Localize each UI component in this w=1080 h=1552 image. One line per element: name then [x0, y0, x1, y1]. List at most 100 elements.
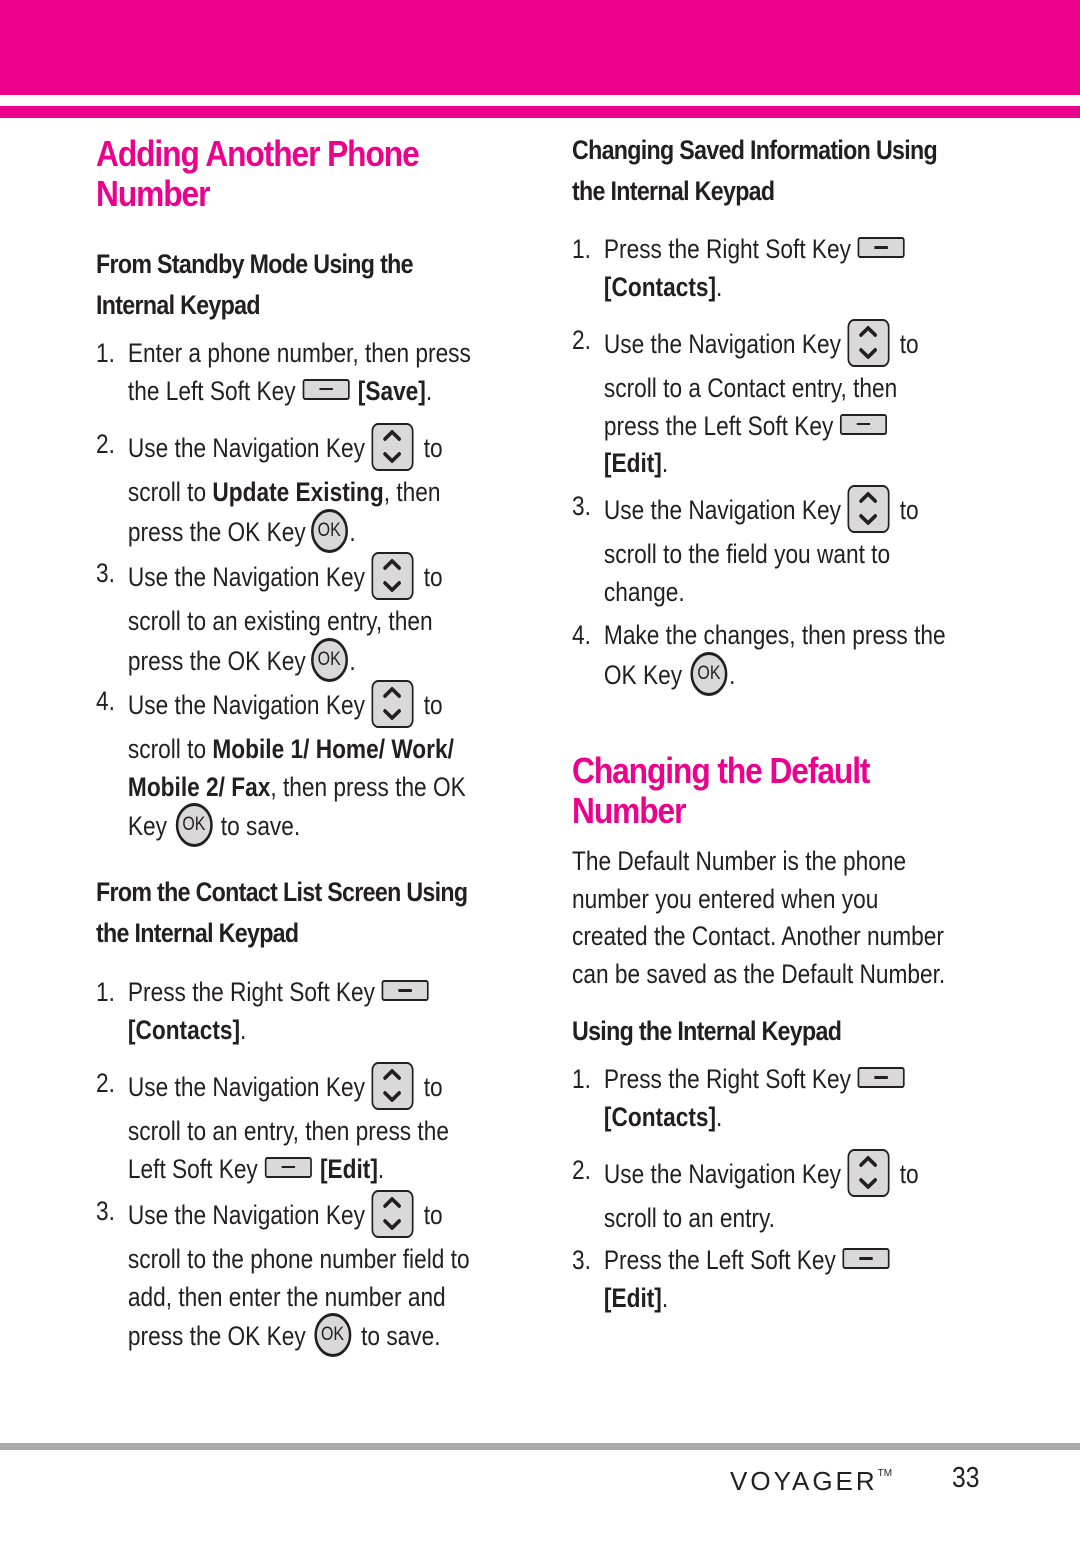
step-text: to	[899, 1159, 919, 1190]
step-number: 4.	[96, 686, 115, 716]
footer-brand: VOYAGERTM	[730, 1466, 892, 1497]
punctuation: .	[716, 1101, 723, 1132]
punctuation: .	[729, 659, 736, 690]
soft-key-icon	[842, 1248, 890, 1270]
step-text: to save.	[220, 811, 301, 842]
step-text: Use the Navigation Key	[603, 1159, 841, 1190]
step-text: Use the Navigation Key	[127, 1200, 365, 1231]
list-item: 3. Press the Left Soft Key [Edit].	[572, 1242, 898, 1317]
step-number: 2.	[96, 429, 115, 459]
soft-key-icon	[302, 378, 350, 400]
softkey-label-edit: [Edit]	[319, 1153, 378, 1184]
list-item: 3. Use the Navigation Key to scroll to th…	[572, 485, 919, 611]
step-text: scroll to an entry, then press the	[127, 1116, 449, 1146]
navigation-key-icon	[847, 1149, 890, 1197]
page-number: 33	[952, 1462, 980, 1494]
footer-rule	[0, 1443, 1080, 1450]
heading-line: Changing Saved Information Using	[572, 135, 938, 165]
list-item: 1. Enter a phone number, then press the …	[96, 335, 471, 410]
step-text: scroll to a Contact entry, then	[603, 373, 898, 403]
punctuation: .	[661, 448, 669, 478]
soft-key-icon	[381, 980, 429, 1002]
step-text: to	[899, 495, 919, 526]
step-text: Use the Navigation Key	[127, 562, 365, 593]
step-text: the Left Soft Key	[127, 375, 296, 406]
list-item: 2. Use the Navigation Key to scroll to Up…	[96, 423, 443, 556]
step-number: 2.	[572, 1155, 591, 1185]
step-text: change.	[603, 576, 685, 607]
step-text: scroll to the field you want to	[603, 539, 891, 569]
step-number: 3.	[96, 1196, 115, 1226]
paragraph-line: created the Contact. Another number	[572, 921, 944, 951]
section-title-adding-phone-number: Adding Another Phone Number	[96, 133, 420, 214]
step-text: press the Left Soft Key	[603, 410, 834, 441]
list-item: 1. Press the Right Soft Key [Contacts].	[572, 231, 913, 306]
step-text: Press the Right Soft Key	[603, 234, 851, 264]
heading-line: From the Contact List Screen Using	[96, 877, 468, 907]
step-text: scroll to an entry.	[603, 1203, 775, 1233]
step-text: to	[423, 1200, 443, 1231]
ok-key-icon: OK	[310, 508, 348, 553]
brand-name: VOYAGER	[730, 1466, 878, 1496]
title-line: Changing the Default	[572, 750, 870, 791]
soft-key-icon	[857, 1067, 905, 1089]
step-text: , then press the OK	[270, 771, 466, 802]
step-text: to save.	[361, 1321, 441, 1352]
step-text: Use the Navigation Key	[603, 495, 841, 526]
step-text: add, then enter the number and	[127, 1281, 446, 1312]
subheading-standby-mode: From Standby Mode Using the Internal Key…	[96, 244, 414, 326]
navigation-key-icon	[847, 485, 890, 533]
soft-key-icon	[840, 413, 888, 435]
step-text: to	[423, 562, 443, 593]
section-title-changing-default-number: Changing the Default Number	[572, 750, 870, 831]
navigation-key-icon	[371, 1062, 414, 1110]
step-text: press the OK Key	[127, 1321, 306, 1352]
trademark-symbol: TM	[877, 1468, 893, 1479]
step-text: Use the Navigation Key	[127, 433, 365, 464]
default-number-description: The Default Number is the phone number y…	[572, 843, 945, 993]
paragraph-line: can be saved as the Default Number.	[572, 958, 946, 989]
heading-line: the Internal Keypad	[572, 176, 775, 206]
punctuation: .	[425, 375, 433, 406]
step-number: 2.	[572, 325, 591, 355]
paragraph-line: number you entered when you	[572, 883, 879, 914]
softkey-label-save: [Save]	[357, 375, 426, 406]
menu-option-update-existing: Update Existing	[212, 477, 384, 507]
step-text: to	[899, 329, 919, 360]
title-line: Adding Another Phone	[96, 133, 420, 174]
step-text: press the OK Key	[127, 645, 306, 676]
list-item: 3. Use the Navigation Key to scroll to an…	[96, 552, 443, 685]
step-text: , then	[383, 477, 441, 507]
softkey-label-contacts: [Contacts]	[603, 1101, 717, 1132]
step-text: Use the Navigation Key	[603, 329, 841, 360]
navigation-key-icon	[371, 552, 414, 600]
punctuation: .	[716, 271, 723, 302]
softkey-label-edit: [Edit]	[603, 448, 662, 478]
heading-line: Using the Internal Keypad	[572, 1016, 842, 1046]
step-text: scroll to an existing entry, then	[127, 606, 433, 636]
step-text: Press the Right Soft Key	[603, 1064, 851, 1094]
ok-key-icon: OK	[314, 1313, 352, 1357]
step-text: scroll to	[127, 477, 213, 507]
header-color-band	[0, 0, 1080, 95]
step-text: scroll to the phone number field to	[127, 1244, 470, 1274]
step-text: Enter a phone number, then press	[127, 338, 471, 368]
ok-key-icon: OK	[310, 637, 348, 682]
list-item: 2. Use the Navigation Key to scroll to a …	[572, 319, 919, 483]
list-item: 2. Use the Navigation Key to scroll to an…	[572, 1149, 919, 1238]
list-item: 2. Use the Navigation Key to scroll to an…	[96, 1062, 449, 1188]
list-item: 1. Press the Right Soft Key [Contacts].	[572, 1061, 913, 1136]
step-text: Make the changes, then press the	[603, 620, 946, 650]
step-number: 1.	[96, 338, 115, 368]
soft-key-icon	[857, 237, 905, 259]
step-number: 1.	[96, 977, 115, 1007]
heading-line: From Standby Mode Using the	[96, 249, 414, 279]
punctuation: .	[349, 516, 356, 547]
heading-line: Internal Keypad	[96, 290, 261, 320]
navigation-key-icon	[371, 423, 414, 471]
list-item: 3. Use the Navigation Key to scroll to th…	[96, 1190, 470, 1360]
menu-option-number-types: Mobile 1/ Home/ Work/	[212, 734, 454, 764]
heading-line: the Internal Keypad	[96, 918, 299, 948]
step-number: 4.	[572, 620, 591, 650]
step-text: Press the Right Soft Key	[127, 977, 375, 1007]
